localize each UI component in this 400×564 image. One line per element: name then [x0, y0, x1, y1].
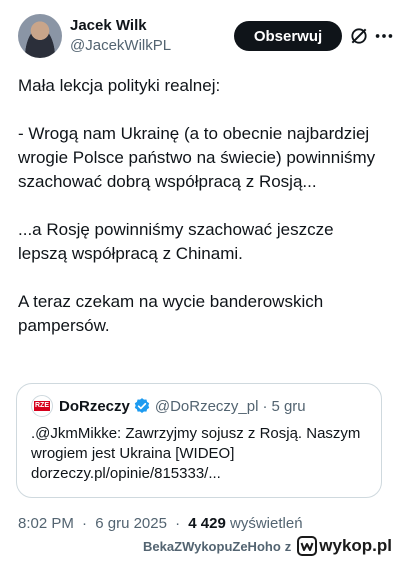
- author-name-block: Jacek Wilk @JacekWilkPL: [70, 16, 171, 56]
- wykop-logo: wykop.pl: [297, 536, 392, 556]
- author-avatar[interactable]: [18, 14, 62, 58]
- quoted-tweet[interactable]: RZE DoRzeczy @DoRzeczy_pl · 5 gru .@JkmM…: [16, 383, 382, 498]
- separator-dot: ·: [82, 515, 88, 532]
- quoted-avatar-logo-text: RZE: [34, 401, 50, 411]
- quoted-tweet-text: .@JkmMikke: Zawrzyjmy sojusz z Rosją. Na…: [31, 425, 361, 482]
- wykop-logo-icon: [297, 536, 318, 556]
- quoted-tweet-time: 5 gru: [271, 397, 306, 415]
- tweet-paragraph: - Wrogą nam Ukrainę (a to obecnie najbar…: [18, 124, 376, 191]
- quoted-author-handle: @DoRzeczy_pl: [154, 397, 259, 415]
- verified-badge-icon: [134, 398, 150, 413]
- author-handle[interactable]: @JacekWilkPL: [70, 36, 171, 56]
- separator-dot: ·: [262, 397, 268, 415]
- author-display-name[interactable]: Jacek Wilk: [70, 16, 171, 36]
- tweet-paragraph: ...a Rosję powinniśmy szachować jeszcze …: [18, 220, 334, 263]
- tweet-meta: 8:02 PM · 6 gru 2025 · 4 429 wyświetleń: [18, 514, 303, 534]
- separator-dot: ·: [175, 515, 181, 532]
- watermark-from: z: [284, 538, 292, 554]
- follow-button[interactable]: Obserwuj: [234, 21, 342, 51]
- tweet-date[interactable]: 6 gru 2025: [95, 515, 167, 532]
- tweet-paragraph: Mała lekcja polityki realnej:: [18, 76, 221, 95]
- views-count: 4 429: [188, 515, 226, 532]
- tweet-header: Jacek Wilk @JacekWilkPL Obserwuj: [18, 14, 393, 62]
- tweet-text: Mała lekcja polityki realnej: - Wrogą na…: [18, 74, 386, 338]
- tweet-paragraph: A teraz czekam na wycie banderowskich pa…: [18, 292, 324, 335]
- tweet-time[interactable]: 8:02 PM: [18, 515, 74, 532]
- wykop-site-name: wykop.pl: [319, 536, 392, 555]
- views-label: wyświetleń: [230, 515, 303, 532]
- grok-icon[interactable]: [349, 26, 369, 46]
- watermark-user: BekaZWykopuZeHoho: [143, 538, 281, 554]
- quoted-author-name: DoRzeczy: [59, 397, 130, 415]
- more-icon[interactable]: [373, 26, 395, 46]
- quoted-author-avatar: RZE: [31, 395, 53, 417]
- quoted-tweet-header: RZE DoRzeczy @DoRzeczy_pl · 5 gru: [31, 395, 367, 417]
- wykop-watermark: BekaZWykopuZeHoho z wykop.pl: [143, 534, 392, 558]
